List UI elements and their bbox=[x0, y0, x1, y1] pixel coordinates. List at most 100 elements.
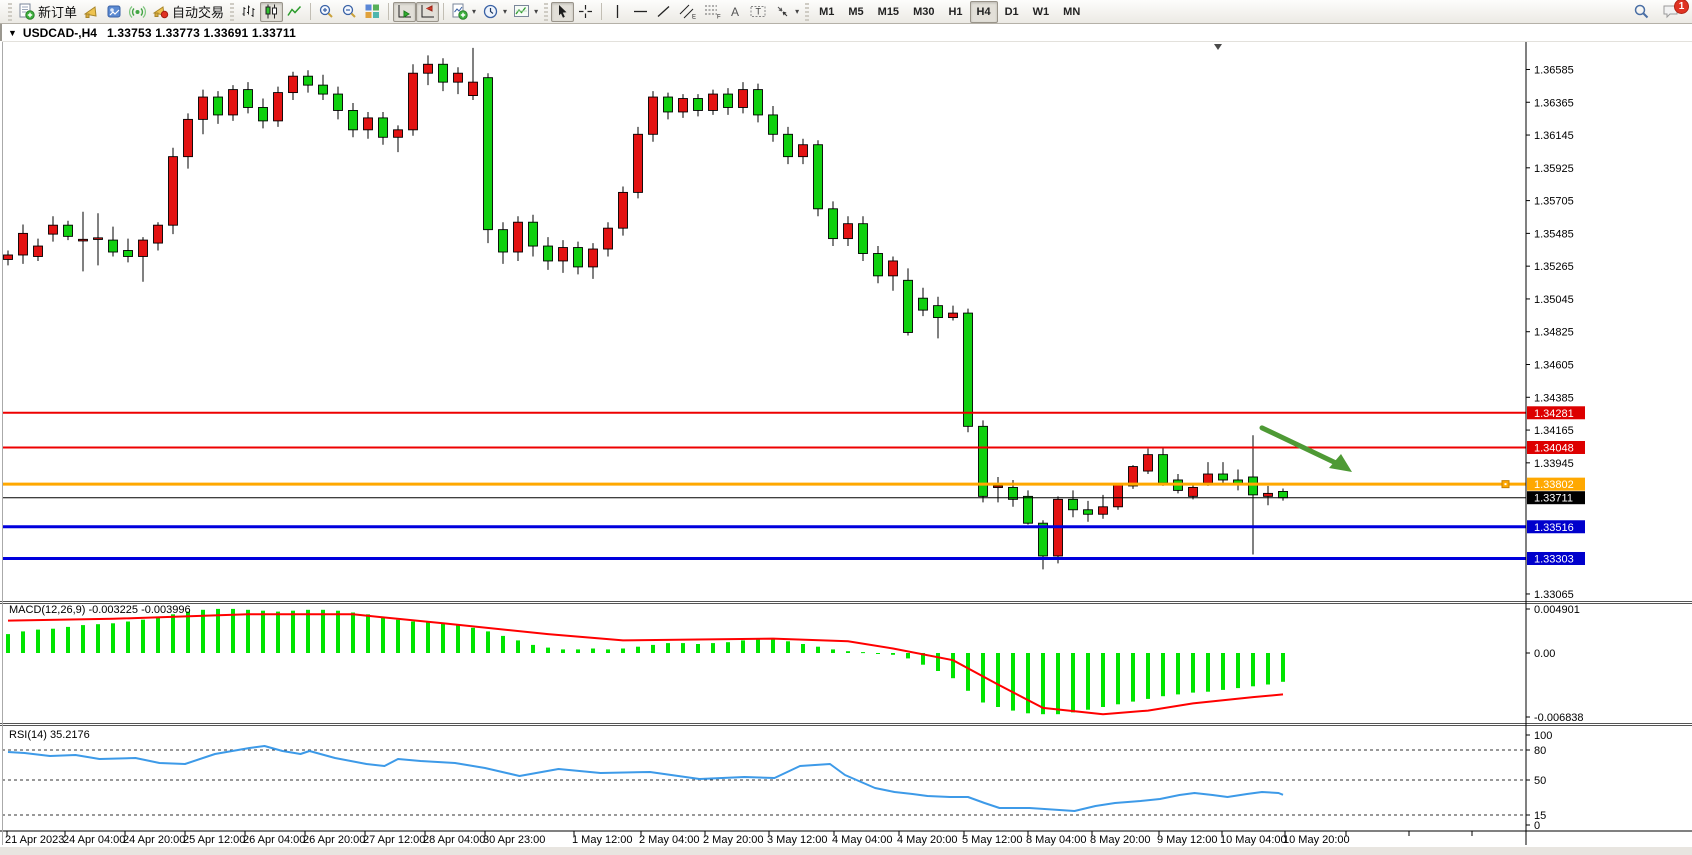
indicators-button[interactable]: ▾ bbox=[448, 2, 479, 22]
time-axis-label: 5 May 12:00 bbox=[962, 834, 1023, 846]
macd-histogram-bar bbox=[696, 644, 700, 653]
timeframe-m30-button[interactable]: M30 bbox=[906, 1, 941, 23]
tile-windows-button[interactable] bbox=[361, 2, 384, 22]
candle-bullish bbox=[799, 145, 808, 157]
timeframe-d1-button[interactable]: D1 bbox=[998, 1, 1026, 23]
price-level-badge-value: 1.34281 bbox=[1534, 408, 1574, 420]
svg-text:T: T bbox=[756, 7, 762, 17]
candle-bearish bbox=[124, 251, 133, 257]
macd-histogram-bar bbox=[1131, 653, 1135, 702]
candle-bearish bbox=[1219, 474, 1228, 480]
chevron-down-icon[interactable]: ▾ bbox=[795, 7, 799, 16]
auto-trading-button[interactable]: 自动交易 bbox=[149, 2, 227, 22]
community-button[interactable]: 1 bbox=[1659, 2, 1683, 22]
macd-histogram-bar bbox=[651, 645, 655, 653]
toolbar-grip[interactable] bbox=[544, 3, 548, 21]
templates-button[interactable]: ▾ bbox=[510, 2, 541, 22]
signals-button[interactable] bbox=[126, 2, 149, 22]
time-axis-label: 10 May 04:00 bbox=[1220, 834, 1287, 846]
chevron-down-icon[interactable]: ▾ bbox=[472, 7, 476, 16]
macd-histogram-bar bbox=[801, 644, 805, 653]
candle-bullish bbox=[634, 134, 643, 192]
timeframe-h4-button[interactable]: H4 bbox=[970, 1, 998, 23]
macd-histogram-bar bbox=[531, 645, 535, 653]
new-order-button[interactable]: 新订单 bbox=[15, 2, 80, 22]
macd-histogram-bar bbox=[681, 643, 685, 653]
macd-histogram-bar bbox=[936, 653, 940, 671]
candle-bearish bbox=[1069, 499, 1078, 509]
candle-bullish bbox=[604, 228, 613, 249]
macd-histogram-bar bbox=[1266, 653, 1270, 685]
macd-histogram-bar bbox=[861, 652, 865, 653]
chevron-down-icon[interactable]: ▾ bbox=[503, 7, 507, 16]
alerts-button[interactable] bbox=[80, 2, 103, 22]
notification-badge[interactable]: 1 bbox=[1674, 0, 1689, 14]
price-axis-label: 1.33065 bbox=[1534, 589, 1574, 601]
candle-bullish bbox=[739, 90, 748, 108]
timeframe-m1-button[interactable]: M1 bbox=[812, 1, 841, 23]
zoom-out-button[interactable] bbox=[338, 2, 361, 22]
candle-bearish bbox=[544, 246, 553, 261]
periods-button[interactable]: ▾ bbox=[479, 2, 510, 22]
cursor-button[interactable] bbox=[551, 2, 574, 22]
toolbar-grip[interactable] bbox=[8, 3, 12, 21]
time-axis-label: 26 Apr 20:00 bbox=[303, 834, 365, 846]
candle-bearish bbox=[244, 90, 253, 108]
equidistant-channel-button[interactable]: E bbox=[675, 2, 700, 22]
macd-histogram-bar bbox=[996, 653, 1000, 707]
chevron-down-icon[interactable]: ▾ bbox=[534, 7, 538, 16]
line-chart-button[interactable] bbox=[283, 2, 306, 22]
fibonacci-button[interactable]: F bbox=[700, 2, 725, 22]
macd-histogram-bar bbox=[726, 642, 730, 653]
macd-histogram-bar bbox=[831, 649, 835, 653]
timeframe-mn-button[interactable]: MN bbox=[1056, 1, 1087, 23]
text-button[interactable]: A bbox=[725, 2, 746, 22]
arrows-button[interactable]: ▾ bbox=[771, 2, 802, 22]
macd-histogram-bar bbox=[1086, 653, 1090, 710]
price-level-badge-value: 1.34048 bbox=[1534, 442, 1574, 454]
time-axis-label: 26 Apr 04:00 bbox=[243, 834, 305, 846]
search-button[interactable] bbox=[1630, 2, 1653, 22]
timeframe-m15-button[interactable]: M15 bbox=[871, 1, 906, 23]
market-news-button[interactable] bbox=[103, 2, 126, 22]
candle-bullish bbox=[1144, 455, 1153, 471]
vertical-line-button[interactable] bbox=[606, 2, 629, 22]
candle-bullish bbox=[289, 76, 298, 92]
crosshair-button[interactable] bbox=[574, 2, 597, 22]
candle-bearish bbox=[979, 426, 988, 496]
chart-shift-button[interactable] bbox=[416, 2, 439, 22]
chart-shift-icon bbox=[419, 3, 436, 20]
candle-bearish bbox=[859, 224, 868, 254]
bar-chart-button[interactable] bbox=[237, 2, 260, 22]
toolbar-grip[interactable] bbox=[230, 3, 234, 21]
orange-line-handle-center bbox=[1505, 483, 1507, 485]
price-level-badge-value: 1.33802 bbox=[1534, 479, 1574, 491]
macd-histogram-bar bbox=[186, 612, 190, 653]
macd-histogram-bar bbox=[51, 629, 55, 653]
timeframe-h1-button[interactable]: H1 bbox=[941, 1, 969, 23]
candle-bearish bbox=[664, 97, 673, 112]
rsi-axis-label: 100 bbox=[1534, 730, 1552, 742]
macd-histogram-bar bbox=[81, 625, 85, 653]
candle-bearish bbox=[1159, 455, 1168, 483]
toolbar-grip[interactable] bbox=[805, 3, 809, 21]
macd-histogram-bar bbox=[411, 622, 415, 654]
macd-histogram-bar bbox=[516, 640, 520, 653]
time-axis-label: 4 May 04:00 bbox=[832, 834, 893, 846]
main-toolbar: 新订单 自动交易 bbox=[0, 0, 1692, 24]
candle-bullish bbox=[49, 225, 58, 234]
text-label-button[interactable]: T bbox=[746, 2, 771, 22]
candlestick-chart-button[interactable] bbox=[260, 2, 283, 22]
trendline-button[interactable] bbox=[652, 2, 675, 22]
candle-bullish bbox=[469, 82, 478, 95]
zoom-in-button[interactable] bbox=[315, 2, 338, 22]
chart-menu-icon[interactable]: ▼ bbox=[8, 28, 17, 38]
horizontal-line-button[interactable] bbox=[629, 2, 652, 22]
price-axis-label: 1.34385 bbox=[1534, 392, 1574, 404]
auto-scroll-button[interactable] bbox=[393, 2, 416, 22]
timeframe-m5-button[interactable]: M5 bbox=[841, 1, 870, 23]
timeframe-w1-button[interactable]: W1 bbox=[1026, 1, 1057, 23]
macd-histogram-bar bbox=[501, 636, 505, 653]
price-axis-label: 1.34605 bbox=[1534, 360, 1574, 372]
chart-canvas[interactable]: 1.368051.365851.363651.361451.359251.357… bbox=[0, 0, 1692, 855]
